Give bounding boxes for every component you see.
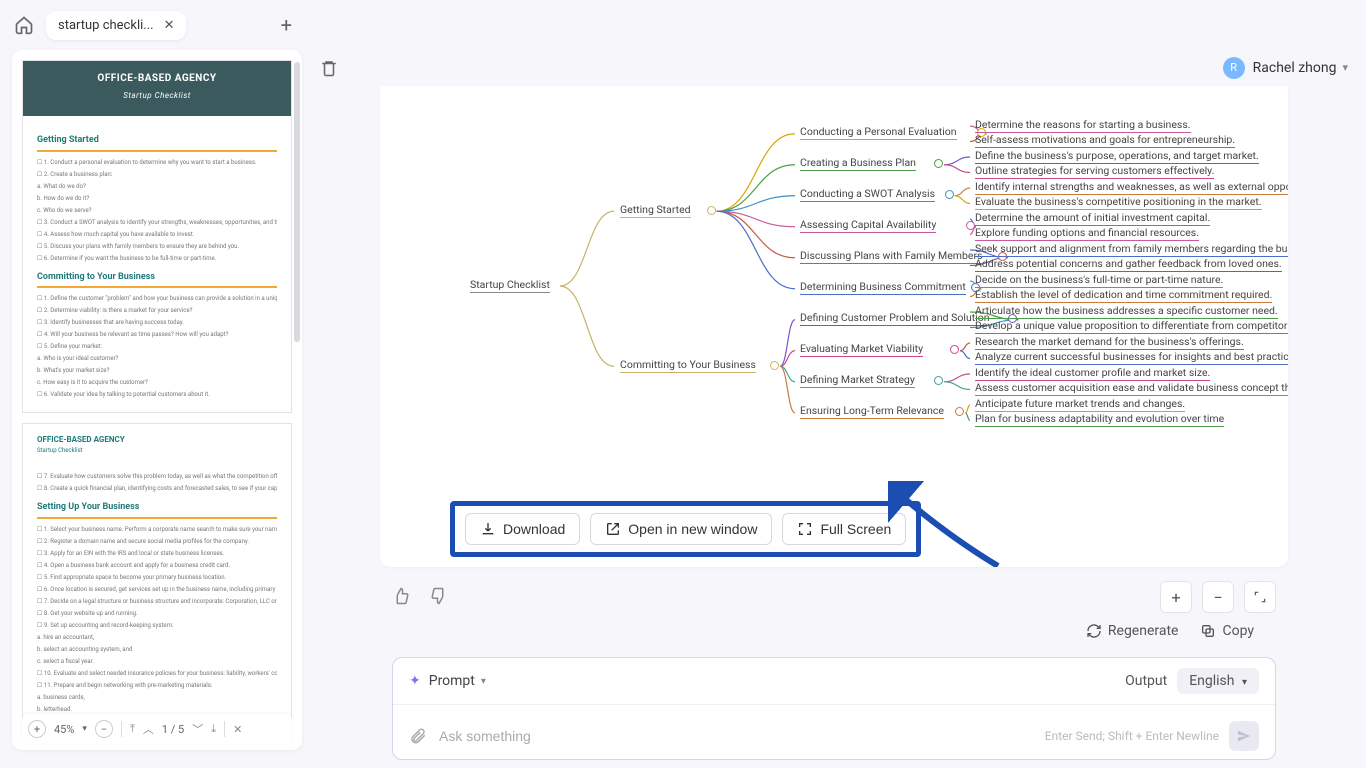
zoom-in-icon[interactable]: +: [28, 720, 46, 738]
mindmap-node[interactable]: Seek support and alignment from family m…: [975, 242, 1288, 257]
copy-button[interactable]: Copy: [1200, 623, 1254, 639]
thumbnail-page-1[interactable]: OFFICE-BASED AGENCY Startup Checklist Ge…: [22, 60, 292, 413]
open-new-window-button[interactable]: Open in new window: [590, 513, 772, 545]
mindmap-node[interactable]: Assessing Capital Availability: [800, 218, 936, 233]
zoom-level: 45%: [54, 723, 74, 736]
mindmap-node[interactable]: Discussing Plans with Family Members: [800, 249, 982, 264]
prompt-dropdown-icon[interactable]: ▾: [481, 676, 486, 687]
mindmap-node[interactable]: Conducting a Personal Evaluation: [800, 125, 957, 140]
thumbs-up-icon[interactable]: [392, 587, 412, 607]
mindmap-node[interactable]: Address potential concerns and gather fe…: [975, 257, 1282, 272]
download-button[interactable]: Download: [465, 513, 580, 545]
last-page-icon[interactable]: ⤓: [211, 722, 216, 736]
sparkle-icon: ✦: [409, 673, 421, 689]
mindmap-node[interactable]: Determine the amount of initial investme…: [975, 211, 1210, 226]
mindmap-node[interactable]: Articulate how the business addresses a …: [975, 304, 1278, 319]
mindmap-node[interactable]: Develop a unique value proposition to di…: [975, 319, 1288, 334]
expand-icon[interactable]: [1244, 581, 1276, 613]
home-icon[interactable]: [14, 15, 34, 35]
input-hint: Enter Send; Shift + Enter Newline: [1045, 729, 1219, 743]
sidebar-scrollbar[interactable]: [294, 62, 300, 342]
mindmap-node[interactable]: Explore funding options and financial re…: [975, 226, 1199, 241]
tab-title: startup checkli...: [58, 18, 154, 33]
mindmap-canvas[interactable]: Startup Checklist Getting Started Conducti…: [380, 86, 1288, 568]
mindmap-node[interactable]: Establish the level of dedication and ti…: [975, 288, 1272, 303]
next-page-icon[interactable]: ﹀: [192, 721, 203, 737]
mindmap-node[interactable]: Outline strategies for serving customers…: [975, 164, 1214, 179]
sidebar-page-controls: + 45% ▾ − ⤒ ︿ 1 / 5 ﹀ ⤓ ✕: [22, 714, 292, 744]
mindmap-node[interactable]: Plan for business adaptability and evolu…: [975, 412, 1224, 427]
prompt-label[interactable]: Prompt: [429, 673, 475, 689]
action-bar-highlight: Download Open in new window Full Screen: [450, 501, 921, 557]
mindmap-node[interactable]: Getting Started: [620, 203, 691, 218]
first-page-icon[interactable]: ⤒: [130, 722, 135, 736]
prompt-box: ✦ Prompt ▾ Output English ▾ Enter Send; …: [392, 657, 1276, 760]
mindmap-node[interactable]: Identify the ideal customer profile and …: [975, 366, 1210, 381]
prompt-input[interactable]: [439, 728, 1045, 744]
mindmap-node[interactable]: Define the business's purpose, operation…: [975, 149, 1259, 164]
callout-arrow: [888, 481, 1008, 567]
regenerate-button[interactable]: Regenerate: [1086, 623, 1179, 639]
delete-icon[interactable]: [320, 59, 338, 77]
send-button[interactable]: [1229, 721, 1259, 751]
mindmap-node[interactable]: Assess customer acquisition ease and val…: [975, 381, 1288, 396]
tab-document[interactable]: startup checkli... ✕: [46, 11, 186, 40]
remove-button[interactable]: −: [1202, 581, 1234, 613]
thumbs-down-icon[interactable]: [430, 587, 450, 607]
mindmap-node[interactable]: Determine the reasons for starting a bus…: [975, 118, 1191, 133]
close-icon[interactable]: ✕: [164, 18, 175, 33]
mindmap-node[interactable]: Committing to Your Business: [620, 358, 756, 373]
mindmap-node[interactable]: Self-assess motivations and goals for en…: [975, 133, 1235, 148]
thumbnail-page-2[interactable]: OFFICE-BASED AGENCY Startup Checklist ☐ …: [22, 423, 292, 740]
user-menu[interactable]: R Rachel zhong ▾: [1223, 57, 1348, 79]
attach-icon[interactable]: [409, 727, 427, 745]
mindmap-node[interactable]: Determining Business Commitment: [800, 280, 966, 295]
mindmap-node[interactable]: Creating a Business Plan: [800, 156, 916, 171]
prev-page-icon[interactable]: ︿: [143, 721, 154, 737]
language-selector[interactable]: English ▾: [1177, 668, 1259, 694]
mindmap-node[interactable]: Conducting a SWOT Analysis: [800, 187, 935, 202]
close-sidebar-icon[interactable]: ✕: [233, 723, 242, 736]
expand-node-icon[interactable]: [770, 361, 779, 370]
user-name: Rachel zhong: [1253, 60, 1337, 76]
mindmap-node[interactable]: Anticipate future market trends and chan…: [975, 397, 1185, 412]
mindmap-node[interactable]: Identify internal strengths and weakness…: [975, 180, 1288, 195]
zoom-out-icon[interactable]: −: [95, 720, 113, 738]
chevron-down-icon: ▾: [1342, 61, 1348, 74]
mindmap-node[interactable]: Analyze current successful businesses fo…: [975, 350, 1288, 365]
avatar: R: [1223, 57, 1245, 79]
mindmap-node[interactable]: Startup Checklist: [470, 278, 550, 293]
mindmap-node[interactable]: Decide on the business's full-time or pa…: [975, 273, 1223, 288]
mindmap-node[interactable]: Evaluating Market Viability: [800, 342, 923, 357]
add-button[interactable]: +: [1160, 581, 1192, 613]
page-indicator: 1 / 5: [162, 723, 184, 736]
mindmap-node[interactable]: Defining Market Strategy: [800, 373, 915, 388]
zoom-dropdown-icon[interactable]: ▾: [82, 724, 87, 734]
mindmap-node[interactable]: Research the market demand for the busin…: [975, 335, 1244, 350]
mindmap-node[interactable]: Ensuring Long-Term Relevance: [800, 404, 944, 419]
add-tab-button[interactable]: +: [281, 13, 292, 37]
document-sidebar: OFFICE-BASED AGENCY Startup Checklist Ge…: [0, 50, 310, 768]
output-label: Output: [1125, 673, 1167, 689]
mindmap-node[interactable]: Evaluate the business's competitive posi…: [975, 195, 1262, 210]
mindmap-node[interactable]: Defining Customer Problem and Solution: [800, 311, 990, 326]
expand-node-icon[interactable]: [707, 206, 716, 215]
